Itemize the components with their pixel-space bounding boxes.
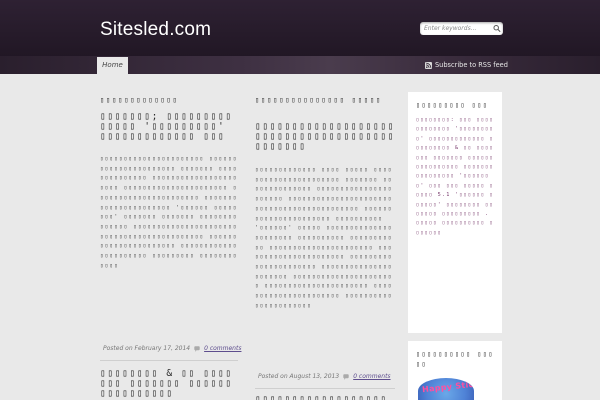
comments-link[interactable]: 0 comments	[353, 373, 390, 380]
post-1-body-wrap: ▯▯▯▯▯▯▯▯▯▯▯▯▯▯▯▯▯▯▯▯▯▯ ▯▯▯▯▯▯▯▯▯▯▯▯▯▯▯▯▯…	[100, 155, 238, 271]
post-kicker[interactable]: ▯▯▯▯▯▯▯▯▯▯▯▯▯▯▯ ▯▯▯▯▯	[255, 95, 395, 104]
post-1: ▯▯▯▯▯▯▯▯▯▯▯▯▯	[100, 95, 238, 104]
post-1-meta: Posted on February 17, 2014 0 comments	[103, 345, 241, 352]
search-input[interactable]	[424, 23, 492, 34]
post-date: Posted on August 13, 2013	[258, 373, 340, 380]
post-3: ▯▯▯▯▯▯▯▯ & ▯▯ ▯▯▯▯▯▯▯ ▯▯▯▯▯▯▯ ▯▯▯▯▯▯▯▯▯▯…	[100, 369, 238, 399]
post-title[interactable]: ▯▯▯▯▯▯▯▯▯▯▯▯▯▯▯▯▯▯▯▯	[255, 395, 395, 400]
widget-links[interactable]: ▯▯▯▯▯▯▯▯: ▯▯▯ ▯▯▯▯▯▯▯▯▯▯▯▯ '▯▯▯▯▯▯▯▯▯' ▯…	[416, 116, 494, 238]
post-2-meta: Posted on August 13, 2013 0 comments	[258, 373, 391, 380]
post-2: ▯▯▯▯▯▯▯▯▯▯▯▯▯▯▯ ▯▯▯▯▯	[255, 95, 395, 104]
nav-bar	[0, 56, 600, 74]
post-divider	[255, 388, 395, 389]
post-body: ▯▯▯▯▯▯▯▯▯▯▯▯▯ ▯▯▯▯ ▯▯▯▯▯ ▯▯▯▯▯▯▯▯▯▯▯▯▯▯▯…	[255, 167, 393, 309]
comment-icon	[343, 373, 349, 380]
comment-icon	[194, 345, 200, 352]
post-kicker[interactable]: ▯▯▯▯▯▯▯▯▯▯▯▯▯	[100, 95, 238, 104]
post-date: Posted on February 17, 2014	[103, 345, 191, 352]
search-box	[420, 22, 503, 35]
post-title[interactable]: ▯▯▯▯▯▯▯; ▯▯▯▯▯▯▯▯▯ ▯▯▯▯▯ '▯▯▯▯▯▯▯▯▯' ▯▯▯…	[100, 112, 238, 142]
post-2-title-wrap: ▯▯▯▯▯▯▯▯▯▯▯▯▯▯▯▯▯▯▯ ▯▯▯▯▯▯▯▯▯▯▯▯▯▯▯▯▯▯▯ …	[255, 122, 397, 152]
site-title[interactable]: Sitesled.com	[100, 19, 211, 41]
image-caption: Happy Sticks	[421, 378, 474, 395]
search-icon[interactable]	[493, 24, 501, 33]
post-divider	[100, 360, 238, 361]
post-4: ▯▯▯▯▯▯▯▯▯▯▯▯▯▯▯▯▯▯▯▯	[255, 395, 395, 400]
rss-link[interactable]: Subscribe to RSS feed	[425, 59, 508, 71]
post-1-title-wrap: ▯▯▯▯▯▯▯; ▯▯▯▯▯▯▯▯▯ ▯▯▯▯▯ '▯▯▯▯▯▯▯▯▯' ▯▯▯…	[100, 112, 238, 142]
comments-link[interactable]: 0 comments	[204, 345, 241, 352]
sidebar-widget-recent: ▯▯▯▯▯▯▯▯▯ ▯▯▯ ▯▯▯▯▯▯▯▯: ▯▯▯ ▯▯▯▯▯▯▯▯▯▯▯▯…	[408, 92, 502, 333]
happy-sticks-image[interactable]: Happy Sticks	[418, 378, 474, 400]
widget-title: ▯▯▯▯▯▯▯▯▯▯ ▯▯▯▯▯	[416, 350, 494, 368]
post-2-body-wrap: ▯▯▯▯▯▯▯▯▯▯▯▯▯ ▯▯▯▯ ▯▯▯▯▯ ▯▯▯▯▯▯▯▯▯▯▯▯▯▯▯…	[255, 166, 395, 312]
post-body: ▯▯▯▯▯▯▯▯▯▯▯▯▯▯▯▯▯▯▯▯▯▯ ▯▯▯▯▯▯▯▯▯▯▯▯▯▯▯▯▯…	[100, 156, 238, 269]
rss-icon	[425, 61, 432, 69]
widget-title: ▯▯▯▯▯▯▯▯▯ ▯▯▯	[416, 101, 489, 109]
post-title[interactable]: ▯▯▯▯▯▯▯▯ & ▯▯ ▯▯▯▯▯▯▯ ▯▯▯▯▯▯▯ ▯▯▯▯▯▯▯▯▯▯…	[100, 369, 238, 399]
nav-home-tab[interactable]: Home	[97, 57, 128, 74]
rss-label: Subscribe to RSS feed	[435, 61, 508, 69]
post-title[interactable]: ▯▯▯▯▯▯▯▯▯▯▯▯▯▯▯▯▯▯▯ ▯▯▯▯▯▯▯▯▯▯▯▯▯▯▯▯▯▯▯ …	[255, 122, 397, 152]
